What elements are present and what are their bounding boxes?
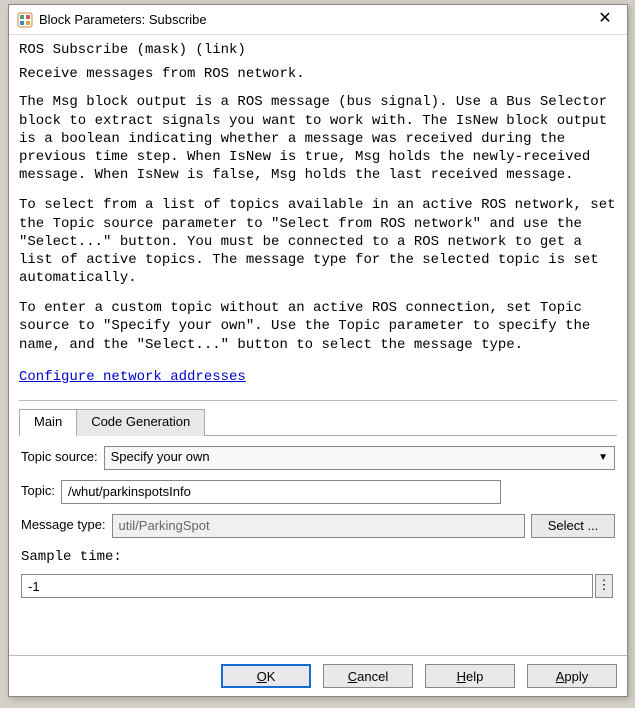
titlebar: Block Parameters: Subscribe ✕: [9, 5, 627, 35]
dialog-content: ROS Subscribe (mask) (link) Receive mess…: [9, 35, 627, 655]
apply-button[interactable]: Apply: [527, 664, 617, 688]
select-message-type-button[interactable]: Select ...: [531, 514, 615, 538]
row-topic: Topic:: [21, 480, 615, 504]
tabs-container: Main Code Generation Topic source: Speci…: [19, 400, 617, 608]
description-short: Receive messages from ROS network.: [19, 65, 617, 83]
sample-time-more-button[interactable]: ⋮: [595, 574, 613, 598]
description-p3: To enter a custom topic without an activ…: [19, 299, 617, 354]
message-type-input: [112, 514, 525, 538]
topic-input[interactable]: [61, 480, 501, 504]
topic-source-select[interactable]: Specify your own ▼: [104, 446, 615, 470]
topic-label: Topic:: [21, 483, 55, 500]
tab-main[interactable]: Main: [19, 409, 77, 436]
dialog-title: Block Parameters: Subscribe: [39, 12, 591, 27]
help-button[interactable]: Help: [425, 664, 515, 688]
block-parameters-dialog: Block Parameters: Subscribe ✕ ROS Subscr…: [8, 4, 628, 697]
ok-button[interactable]: OK: [221, 664, 311, 688]
tab-panel-main: Topic source: Specify your own ▼ Topic: …: [19, 436, 617, 608]
tab-strip: Main Code Generation: [19, 409, 617, 436]
description-p1: The Msg block output is a ROS message (b…: [19, 93, 617, 184]
sample-time-label: Sample time:: [21, 548, 609, 566]
topic-source-value: Specify your own: [111, 449, 210, 466]
button-bar: OK Cancel Help Apply: [9, 655, 627, 696]
tab-code-generation[interactable]: Code Generation: [76, 409, 205, 436]
mask-link-line: ROS Subscribe (mask) (link): [19, 41, 617, 59]
row-message-type: Message type: Select ...: [21, 514, 615, 538]
sample-time-input[interactable]: [21, 574, 593, 598]
message-type-label: Message type:: [21, 517, 106, 534]
row-sample-time: Sample time: ⋮: [21, 548, 615, 598]
app-icon: [17, 12, 33, 28]
topic-source-label: Topic source:: [21, 449, 98, 466]
description-p2: To select from a list of topics availabl…: [19, 196, 617, 287]
chevron-down-icon: ▼: [598, 451, 608, 464]
close-button[interactable]: ✕: [591, 8, 619, 32]
sample-time-input-group: ⋮: [21, 574, 615, 598]
configure-network-link[interactable]: Configure network addresses: [19, 368, 246, 386]
row-topic-source: Topic source: Specify your own ▼: [21, 446, 615, 470]
cancel-button[interactable]: Cancel: [323, 664, 413, 688]
